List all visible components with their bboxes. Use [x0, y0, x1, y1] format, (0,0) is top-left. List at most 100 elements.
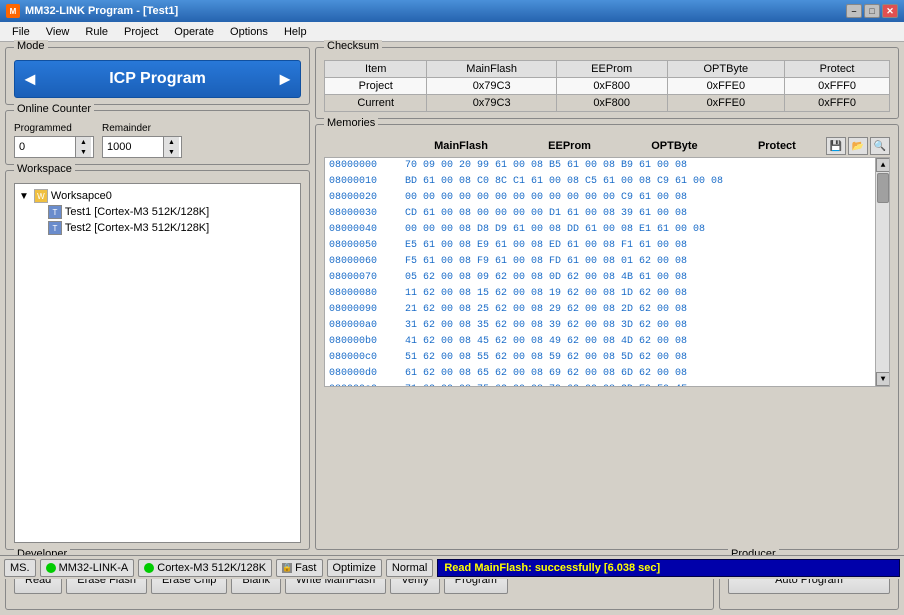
cs-current-mainflash: 0x79C3: [427, 95, 556, 112]
menu-rule[interactable]: Rule: [77, 24, 116, 40]
table-row: 080000e071 62 00 08 75 62 00 08 79 62 00…: [325, 382, 875, 387]
app-icon: M: [6, 4, 20, 18]
mem-address: 08000090: [325, 303, 405, 317]
programmed-input[interactable]: [15, 137, 75, 157]
scrollbar-up[interactable]: ▲: [876, 158, 890, 172]
icp-program-button[interactable]: ◄ ICP Program ►: [14, 60, 301, 98]
programmed-down[interactable]: ▼: [76, 147, 91, 157]
workspace-root-label: Worksapce0: [51, 190, 112, 202]
mem-address: 080000e0: [325, 383, 405, 387]
memories-group: Memories MainFlash EEProm OPTByte Protec…: [315, 124, 899, 550]
menu-operate[interactable]: Operate: [166, 24, 222, 40]
table-row: 080000b041 62 00 08 45 62 00 08 49 62 00…: [325, 334, 875, 350]
title-bar: M MM32-LINK Program - [Test1] – □ ✕: [0, 0, 904, 22]
programmed-input-wrap: ▲ ▼: [14, 136, 94, 158]
scrollbar-down[interactable]: ▼: [876, 372, 890, 386]
workspace-item-1-label: Test2 [Cortex-M3 512K/128K]: [65, 222, 209, 234]
programmed-spinners: ▲ ▼: [75, 137, 91, 157]
mem-bytes: 71 62 00 08 75 62 00 08 79 62 00 08 2D E…: [405, 383, 875, 387]
mem-address: 08000060: [325, 255, 405, 269]
memories-scroll[interactable]: 0800000070 09 00 20 99 61 00 08 B5 61 00…: [324, 157, 890, 387]
close-button[interactable]: ✕: [882, 4, 898, 18]
link-segment: MM32-LINK-A: [40, 559, 135, 577]
checksum-label: Checksum: [324, 40, 382, 52]
mem-col-optbyte: OPTByte: [651, 140, 697, 152]
table-row: 0800007005 62 00 08 09 62 00 08 0D 62 00…: [325, 270, 875, 286]
menu-file[interactable]: File: [4, 24, 38, 40]
workspace-item-0[interactable]: ▼ T Test1 [Cortex-M3 512K/128K]: [33, 204, 296, 220]
mem-address: 080000d0: [325, 367, 405, 381]
lock-icon: 🔒: [282, 563, 292, 573]
workspace-children: ▼ T Test1 [Cortex-M3 512K/128K] ▼ T Test…: [33, 204, 296, 236]
workspace-folder-icon: W: [34, 189, 48, 203]
workspace-label: Workspace: [14, 163, 75, 175]
mem-address: 08000020: [325, 191, 405, 205]
right-panel: Checksum Item MainFlash EEProm OPTByte P…: [315, 47, 899, 550]
status-message: Read MainFlash: successfully [6.038 sec]: [437, 559, 900, 577]
window-title: MM32-LINK Program - [Test1]: [25, 5, 178, 17]
speed-segment: 🔒 Fast: [276, 559, 322, 577]
mem-bytes: 61 62 00 08 65 62 00 08 69 62 00 08 6D 6…: [405, 367, 875, 381]
ms-segment: MS.: [4, 559, 36, 577]
mem-open-btn[interactable]: 📂: [848, 137, 868, 155]
memories-rows: 0800000070 09 00 20 99 61 00 08 B5 61 00…: [325, 158, 889, 387]
mem-address: 08000010: [325, 175, 405, 189]
table-row: 080000d061 62 00 08 65 62 00 08 69 62 00…: [325, 366, 875, 382]
remainder-input[interactable]: [103, 137, 163, 157]
menu-view[interactable]: View: [38, 24, 78, 40]
mem-bytes: BD 61 00 08 C0 8C C1 61 00 08 C5 61 00 0…: [405, 175, 875, 189]
mem-address: 08000050: [325, 239, 405, 253]
speed-label: Fast: [295, 562, 316, 574]
chip-status-dot: [144, 563, 154, 573]
checksum-table: Item MainFlash EEProm OPTByte Protect Pr…: [324, 60, 890, 112]
title-controls: – □ ✕: [846, 4, 898, 18]
table-row: 08000060F5 61 00 08 F9 61 00 08 FD 61 00…: [325, 254, 875, 270]
maximize-button[interactable]: □: [864, 4, 880, 18]
cs-project-protect: 0xFFF0: [785, 78, 890, 95]
chip-segment: Cortex-M3 512K/128K: [138, 559, 272, 577]
counter-row: Programmed ▲ ▼ Remainder ▲: [14, 123, 301, 158]
checksum-row-current: Current 0x79C3 0xF800 0xFFE0 0xFFF0: [325, 95, 890, 112]
remainder-label: Remainder: [102, 123, 182, 134]
remainder-down[interactable]: ▼: [164, 147, 179, 157]
scrollbar-track[interactable]: ▲ ▼: [875, 158, 889, 386]
checksum-row-project: Project 0x79C3 0xF800 0xFFE0 0xFFF0: [325, 78, 890, 95]
status-message-text: Read MainFlash: successfully [6.038 sec]: [444, 562, 660, 574]
remainder-input-wrap: ▲ ▼: [102, 136, 182, 158]
menu-help[interactable]: Help: [276, 24, 315, 40]
menu-options[interactable]: Options: [222, 24, 276, 40]
programmed-up[interactable]: ▲: [76, 137, 91, 147]
workspace-group: Workspace ▼ W Worksapce0 ▼ T Test1 [Cort…: [5, 170, 310, 550]
menu-project[interactable]: Project: [116, 24, 166, 40]
mem-bytes: 21 62 00 08 25 62 00 08 29 62 00 08 2D 6…: [405, 303, 875, 317]
mem-address: 080000a0: [325, 319, 405, 333]
workspace-item-1[interactable]: ▼ T Test2 [Cortex-M3 512K/128K]: [33, 220, 296, 236]
mem-bytes: 51 62 00 08 55 62 00 08 59 62 00 08 5D 6…: [405, 351, 875, 365]
mem-bytes: 00 00 00 00 00 00 00 00 00 00 00 00 C9 6…: [405, 191, 875, 205]
cs-current-protect: 0xFFF0: [785, 95, 890, 112]
mem-bytes: CD 61 00 08 00 00 00 00 D1 61 00 08 39 6…: [405, 207, 875, 221]
minimize-button[interactable]: –: [846, 4, 862, 18]
mem-search-btn[interactable]: 🔍: [870, 137, 890, 155]
workspace-tree: ▼ W Worksapce0 ▼ T Test1 [Cortex-M3 512K…: [14, 183, 301, 543]
normal-segment: Normal: [386, 559, 433, 577]
test2-icon: T: [48, 221, 62, 235]
scrollbar-thumb[interactable]: [877, 173, 889, 203]
cs-project-label: Project: [325, 78, 427, 95]
mem-col-eeprom: EEProm: [548, 140, 591, 152]
cs-current-label: Current: [325, 95, 427, 112]
mem-save-btn[interactable]: 💾: [826, 137, 846, 155]
workspace-root[interactable]: ▼ W Worksapce0: [19, 188, 296, 204]
mem-section-labels: MainFlash EEProm OPTByte Protect: [404, 140, 826, 152]
memories-label: Memories: [324, 117, 378, 129]
mem-address: 08000030: [325, 207, 405, 221]
mem-address: 08000070: [325, 271, 405, 285]
chip-label: Cortex-M3 512K/128K: [157, 562, 266, 574]
remainder-up[interactable]: ▲: [164, 137, 179, 147]
mem-bytes: 11 62 00 08 15 62 00 08 19 62 00 08 1D 6…: [405, 287, 875, 301]
table-row: 080000a031 62 00 08 35 62 00 08 39 62 00…: [325, 318, 875, 334]
mode-label: Mode: [14, 40, 48, 52]
right-arrow-icon: ►: [276, 69, 294, 90]
mem-col-mainflash: MainFlash: [434, 140, 488, 152]
cs-current-optbyte: 0xFFE0: [667, 95, 785, 112]
